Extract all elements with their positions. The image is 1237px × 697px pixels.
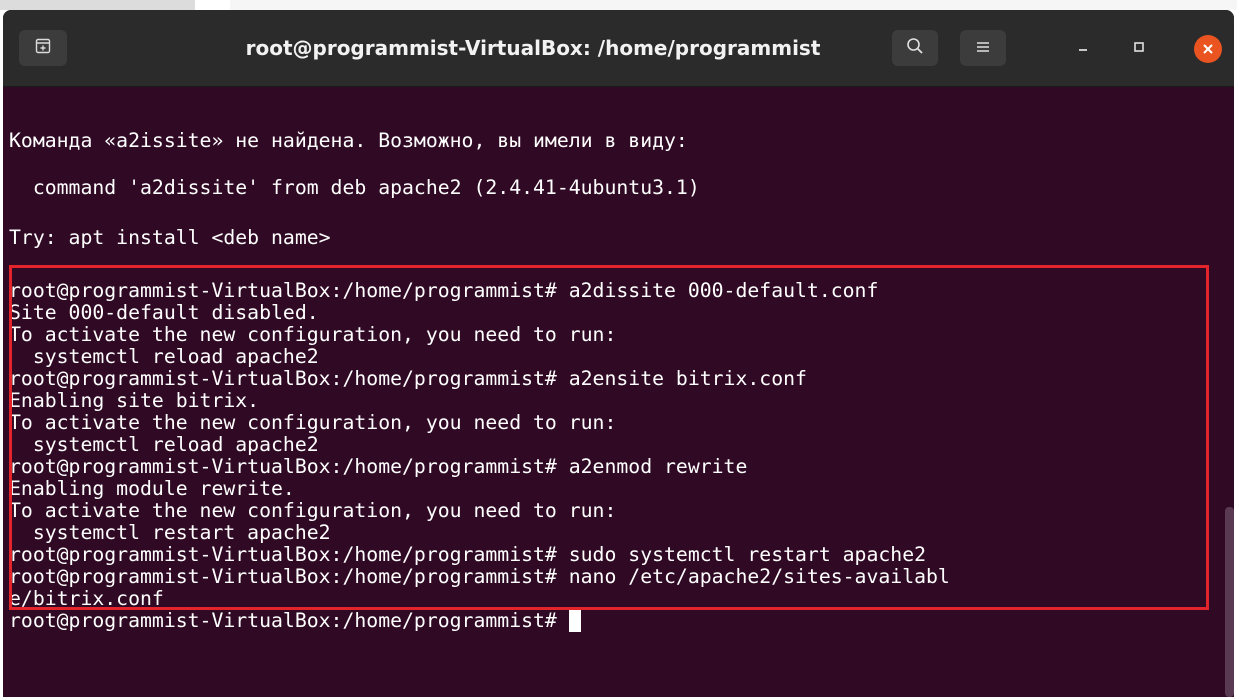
terminal-line: Enabling site bitrix. — [9, 389, 260, 412]
terminal-line: Команда «a2issite» не найдена. Возможно,… — [9, 129, 688, 152]
search-button[interactable] — [892, 30, 938, 66]
close-icon — [1202, 40, 1214, 59]
maximize-button[interactable] — [1121, 30, 1157, 66]
terminal-line: command 'a2dissite' from deb apache2 (2.… — [9, 176, 700, 199]
terminal-line: root@programmist-VirtualBox:/home/progra… — [9, 367, 807, 390]
terminal-line: Site 000-default disabled. — [9, 301, 319, 324]
hamburger-menu-icon — [975, 39, 991, 58]
prompt-text: root@programmist-VirtualBox:/home/progra… — [9, 609, 569, 632]
terminal-line: To activate the new configuration, you n… — [9, 411, 617, 434]
terminal-line: To activate the new configuration, you n… — [9, 499, 617, 522]
text-cursor — [568, 610, 581, 632]
minimize-icon — [1076, 39, 1090, 58]
search-icon — [906, 37, 924, 59]
terminal-line: To activate the new configuration, you n… — [9, 323, 617, 346]
new-tab-icon — [35, 38, 51, 58]
scrollbar[interactable] — [1225, 507, 1234, 697]
terminal-line: e/bitrix.conf — [9, 587, 164, 610]
maximize-icon — [1132, 39, 1146, 58]
terminal-window: root@programmist-VirtualBox: /home/progr… — [3, 10, 1234, 697]
terminal-line: systemctl reload apache2 — [9, 433, 319, 456]
close-button[interactable] — [1194, 35, 1222, 63]
terminal-line: Try: apt install <deb name> — [9, 226, 331, 249]
terminal-output[interactable]: Команда «a2issite» не найдена. Возможно,… — [3, 87, 1234, 697]
terminal-line: systemctl reload apache2 — [9, 345, 319, 368]
new-tab-button[interactable] — [19, 30, 67, 66]
terminal-line: root@programmist-VirtualBox:/home/progra… — [9, 543, 927, 566]
menu-button[interactable] — [960, 30, 1006, 66]
window-title: root@programmist-VirtualBox: /home/progr… — [245, 36, 821, 60]
title-bar: root@programmist-VirtualBox: /home/progr… — [3, 10, 1234, 87]
terminal-prompt-line[interactable]: root@programmist-VirtualBox:/home/progra… — [9, 610, 581, 632]
background-window-strip — [0, 0, 1237, 10]
terminal-line: root@programmist-VirtualBox:/home/progra… — [9, 279, 879, 302]
terminal-line: root@programmist-VirtualBox:/home/progra… — [9, 565, 950, 588]
terminal-line: Enabling module rewrite. — [9, 477, 295, 500]
minimize-button[interactable] — [1065, 30, 1101, 66]
terminal-line: systemctl restart apache2 — [9, 521, 331, 544]
terminal-line: root@programmist-VirtualBox:/home/progra… — [9, 455, 748, 478]
